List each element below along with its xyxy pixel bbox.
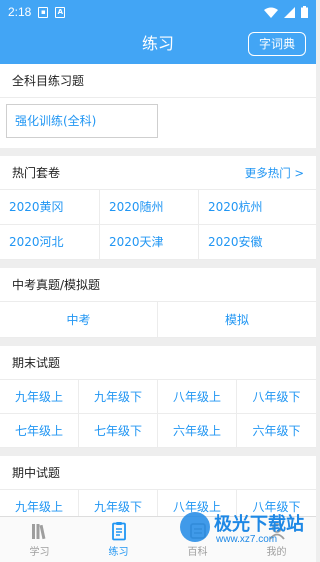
signal-icon <box>284 6 295 18</box>
tab-mine[interactable]: 我的 <box>237 517 316 562</box>
tab-study[interactable]: 学习 <box>0 517 79 562</box>
main-content[interactable]: 全科目练习题 强化训练(全科) 热门套卷 更多热门 > 2020黄冈 2020随… <box>0 64 316 516</box>
encyclopedia-icon <box>189 523 206 539</box>
hot-paper-item[interactable]: 2020天津 <box>100 225 199 260</box>
bottom-tab-bar: 学习 练习 百科 我的 <box>0 516 316 562</box>
grade-item[interactable]: 九年级下 <box>79 380 158 414</box>
section-title: 期中试题 <box>12 466 61 480</box>
grade-item[interactable]: 九年级下 <box>79 490 158 516</box>
status-app-icon: ▪ <box>38 6 49 18</box>
hot-paper-item[interactable]: 2020黄冈 <box>0 190 100 225</box>
grade-item[interactable]: 七年级下 <box>79 414 158 448</box>
status-time: 2:18 <box>8 5 32 19</box>
status-bar: 2:18 ▪ A <box>0 0 316 24</box>
books-icon <box>31 524 45 540</box>
grade-item[interactable]: 八年级下 <box>237 490 316 516</box>
grade-item[interactable]: 八年级上 <box>158 490 237 516</box>
more-hot-link[interactable]: 更多热门 > <box>245 165 304 181</box>
hot-paper-item[interactable]: 2020随州 <box>100 190 199 225</box>
section-zhongkao: 中考真题/模拟题 中考 模拟 <box>0 268 316 338</box>
tab-label: 百科 <box>187 547 208 558</box>
user-icon <box>268 523 285 540</box>
section-title: 期末试题 <box>12 356 61 370</box>
tab-encyclopedia[interactable]: 百科 <box>158 517 237 562</box>
section-title: 热门套卷 <box>12 166 61 180</box>
grade-item[interactable]: 七年级上 <box>0 414 79 448</box>
grade-item[interactable]: 八年级下 <box>237 380 316 414</box>
dictionary-button[interactable]: 字词典 <box>247 32 306 56</box>
wifi-icon <box>264 7 278 18</box>
tab-practice[interactable]: 练习 <box>79 517 158 562</box>
grade-item[interactable]: 六年级上 <box>158 414 237 448</box>
grade-item[interactable]: 九年级上 <box>0 490 79 516</box>
clipboard-icon <box>111 522 126 541</box>
section-final-exams: 期末试题 九年级上 九年级下 八年级上 八年级下 七年级上 七年级下 六年级上 … <box>0 346 316 448</box>
section-title: 全科目练习题 <box>12 74 85 88</box>
tab-label: 我的 <box>266 547 287 558</box>
grade-item[interactable]: 八年级上 <box>158 380 237 414</box>
tab-label: 学习 <box>29 547 50 558</box>
section-hot-papers: 热门套卷 更多热门 > 2020黄冈 2020随州 2020杭州 2020河北 … <box>0 156 316 260</box>
grade-item[interactable]: 九年级上 <box>0 380 79 414</box>
zhongkao-item[interactable]: 中考 <box>0 302 158 338</box>
section-all-subjects: 全科目练习题 强化训练(全科) <box>0 64 316 148</box>
grade-item[interactable]: 六年级下 <box>237 414 316 448</box>
hot-paper-item[interactable]: 2020河北 <box>0 225 100 260</box>
status-app-icon: A <box>55 6 66 18</box>
tab-label: 练习 <box>108 547 129 558</box>
battery-icon <box>301 6 308 18</box>
hot-paper-item[interactable]: 2020杭州 <box>199 190 316 225</box>
zhongkao-item[interactable]: 模拟 <box>158 302 316 338</box>
intensive-training-button[interactable]: 强化训练(全科) <box>6 104 158 138</box>
hot-paper-item[interactable]: 2020安徽 <box>199 225 316 260</box>
section-title: 中考真题/模拟题 <box>12 278 101 292</box>
top-bar: 练习 字词典 <box>0 24 316 64</box>
section-midterm-exams: 期中试题 九年级上 九年级下 八年级上 八年级下 <box>0 456 316 516</box>
